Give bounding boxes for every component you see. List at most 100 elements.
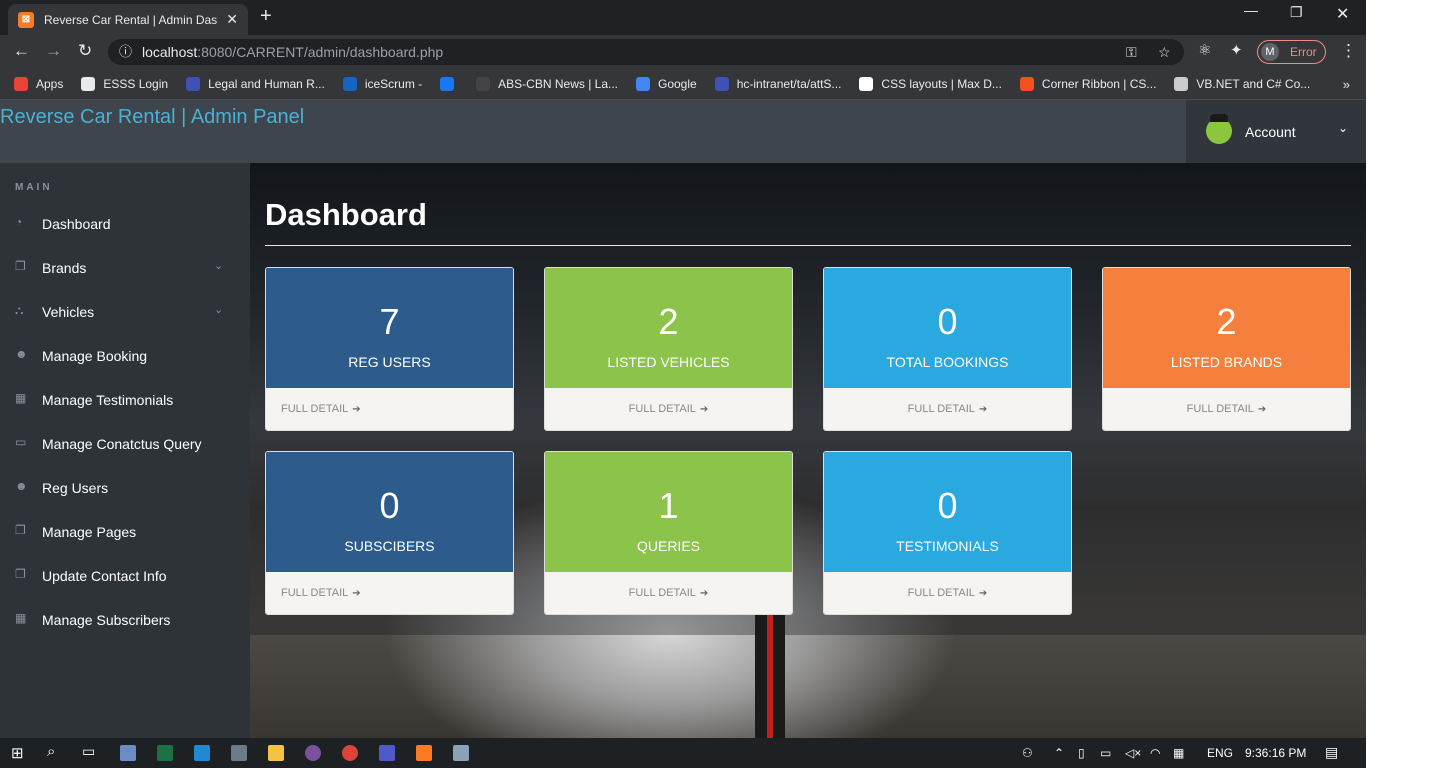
browser-tab[interactable]: ⊠ Reverse Car Rental | Admin Dash ✕	[8, 4, 248, 35]
full-detail-label: FULL DETAIL	[907, 403, 975, 415]
sidebar-item-label: Brands	[42, 260, 87, 276]
sidebar-item-manage-conatctus-query[interactable]: ▭ Manage Conatctus Query	[0, 422, 250, 466]
bookmark-item[interactable]: ESSS Login	[81, 77, 168, 91]
arrow-right-icon: ➔	[352, 404, 361, 415]
wifi-icon[interactable]: ◠	[1150, 746, 1160, 760]
phone-icon[interactable]: ▯	[1078, 746, 1085, 760]
tray-chevron-icon[interactable]: ⌃	[1054, 746, 1064, 760]
bookmark-item[interactable]: Google	[636, 77, 697, 91]
close-tab-icon[interactable]: ✕	[226, 11, 238, 28]
close-window-icon[interactable]: ✕	[1336, 4, 1349, 24]
full-detail-link[interactable]: FULL DETAIL ➔	[545, 388, 792, 430]
stat-label: LISTED VEHICLES	[607, 354, 730, 370]
sidebar-item-manage-pages[interactable]: ❐ Manage Pages	[0, 510, 250, 554]
sidebar-item-update-contact-info[interactable]: ❐ Update Contact Info	[0, 554, 250, 598]
bookmark-label: hc-intranet/ta/attS...	[736, 77, 842, 91]
bookmark-favicon-icon	[342, 77, 357, 91]
stat-label: SUBSCIBERS	[344, 538, 435, 554]
bookmarks-overflow-icon[interactable]: »	[1343, 77, 1350, 92]
bookmark-item[interactable]: Legal and Human R...	[186, 77, 325, 91]
search-icon[interactable]: ⌕	[47, 743, 55, 760]
bookmark-item[interactable]	[440, 77, 462, 91]
stat-value: 7	[379, 301, 400, 342]
new-tab-icon[interactable]: +	[260, 5, 272, 28]
full-detail-link[interactable]: FULL DETAIL ➔	[1103, 388, 1350, 430]
sidebar: MAIN ◔ Dashboard ❐ Brands ⌄ ⛬ Vehicles ⌄ ☻ Manage…	[0, 163, 250, 738]
account-menu[interactable]: Account ⌄	[1186, 100, 1366, 163]
bookmark-item[interactable]: iceScrum -	[342, 77, 422, 91]
vscode-icon[interactable]	[194, 745, 210, 761]
task-view-icon[interactable]: ▭	[82, 743, 95, 760]
bookmark-item[interactable]: VB.NET and C# Co...	[1174, 77, 1310, 91]
sidebar-item-brands[interactable]: ❐ Brands ⌄	[0, 246, 250, 290]
full-detail-link[interactable]: FULL DETAIL ➔	[266, 572, 513, 614]
full-detail-link[interactable]: FULL DETAIL ➔	[824, 388, 1071, 430]
stat-value: 0	[937, 485, 958, 526]
keyboard-app-icon[interactable]	[231, 745, 247, 761]
windows-start-icon[interactable]: ⊞	[11, 744, 24, 762]
brand-title[interactable]: Reverse Car Rental | Admin Panel	[0, 106, 304, 129]
desktop-icon: ▭	[15, 435, 27, 449]
reload-icon[interactable]: ↻	[78, 41, 92, 61]
sidebar-item-dashboard[interactable]: ◔ Dashboard	[0, 202, 250, 246]
minimize-icon[interactable]: —	[1244, 2, 1258, 18]
stat-value: 1	[658, 485, 679, 526]
full-detail-label: FULL DETAIL	[1186, 403, 1254, 415]
people-icon[interactable]: ⚇	[1022, 746, 1033, 760]
star-icon[interactable]: ☆	[1158, 39, 1171, 65]
dashboard-icon: ◔	[15, 215, 23, 229]
bookmark-item[interactable]: Corner Ribbon | CS...	[1019, 77, 1156, 91]
extensions-icon[interactable]: ✦	[1230, 41, 1243, 59]
forward-icon[interactable]: →	[45, 41, 62, 61]
chevron-down-icon: ⌄	[214, 260, 224, 272]
bookmark-item[interactable]: Apps	[14, 77, 63, 91]
volume-icon[interactable]: ◁×	[1125, 746, 1141, 760]
chrome-icon[interactable]	[342, 745, 358, 761]
viber-icon[interactable]	[305, 745, 321, 761]
full-detail-link[interactable]: FULL DETAIL ➔	[266, 388, 513, 430]
sidebar-item-reg-users[interactable]: ☻ Reg Users	[0, 466, 250, 510]
notepad-icon[interactable]	[120, 745, 136, 761]
bookmark-item[interactable]: hc-intranet/ta/attS...	[714, 77, 842, 91]
language-indicator[interactable]: ENG	[1207, 746, 1233, 760]
app-header: Reverse Car Rental | Admin Panel Account…	[0, 100, 1366, 163]
back-icon[interactable]: ←	[13, 41, 30, 61]
sidebar-item-vehicles[interactable]: ⛬ Vehicles ⌄	[0, 290, 250, 334]
battery-icon[interactable]: ▭	[1100, 746, 1111, 760]
stat-value: 2	[658, 301, 679, 342]
notifications-icon[interactable]: ▤	[1325, 744, 1338, 761]
clock[interactable]: 9:36:16 PM	[1245, 746, 1306, 760]
bookmark-label: Apps	[36, 77, 64, 91]
excel-icon[interactable]	[157, 745, 173, 761]
site-info-icon[interactable]: ⓘ	[119, 39, 132, 65]
sidebar-item-label: Manage Booking	[42, 348, 148, 364]
stat-card-listed-vehicles: 2 LISTED VEHICLES FULL DETAIL ➔	[544, 267, 793, 431]
arrow-right-icon: ➔	[978, 404, 988, 415]
full-detail-link[interactable]: FULL DETAIL ➔	[545, 572, 792, 614]
profile-button[interactable]: M Error	[1257, 40, 1326, 64]
full-detail-link[interactable]: FULL DETAIL ➔	[824, 572, 1071, 614]
bookmark-item[interactable]: ABS-CBN News | La...	[476, 77, 618, 91]
sidebar-item-label: Manage Pages	[42, 524, 137, 540]
stat-card-listed-brands: 2 LISTED BRANDS FULL DETAIL ➔	[1102, 267, 1351, 431]
bookmark-favicon-icon	[859, 77, 874, 91]
file-explorer-icon[interactable]	[268, 745, 284, 761]
stat-value: 0	[379, 485, 400, 526]
key-icon[interactable]: ⚿	[1126, 39, 1137, 65]
table-icon: ▦	[15, 611, 27, 625]
touch-keyboard-icon[interactable]: ▦	[1173, 746, 1184, 760]
sidebar-item-manage-booking[interactable]: ☻ Manage Booking	[0, 334, 250, 378]
react-devtools-icon[interactable]: ⚛	[1198, 41, 1211, 59]
xampp-taskbar-icon[interactable]	[416, 745, 432, 761]
sidebar-item-manage-testimonials[interactable]: ▦ Manage Testimonials	[0, 378, 250, 422]
profile-avatar: M	[1261, 43, 1279, 61]
menu-icon[interactable]: ⋮	[1340, 41, 1357, 61]
sidebar-item-manage-subscribers[interactable]: ▦ Manage Subscribers	[0, 598, 250, 642]
restore-icon[interactable]: ❐	[1290, 4, 1303, 21]
teams-icon[interactable]	[379, 745, 395, 761]
stat-label: REG USERS	[348, 354, 431, 370]
paint-icon[interactable]	[453, 745, 469, 761]
address-bar[interactable]: ⓘ localhost:8080/CARRENT/admin/dashboard…	[108, 39, 1184, 65]
bookmark-item[interactable]: CSS layouts | Max D...	[859, 77, 1002, 91]
url-host: localhost	[142, 44, 198, 60]
